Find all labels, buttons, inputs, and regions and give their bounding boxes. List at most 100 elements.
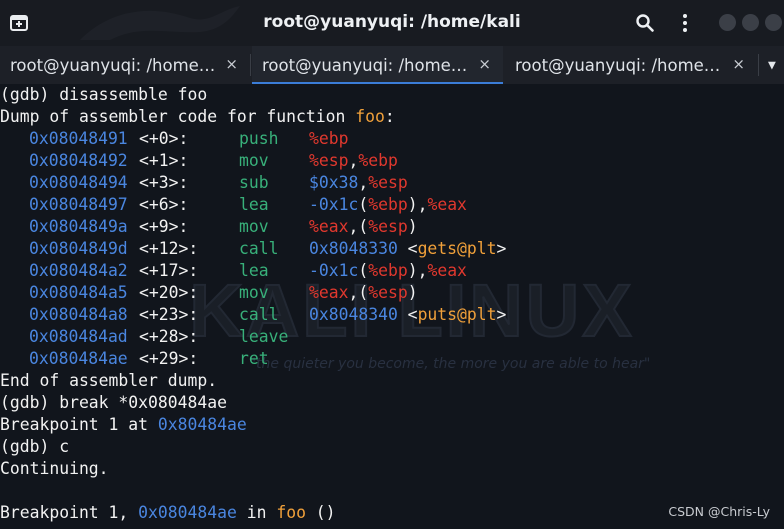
- asm-offset: <+0>:: [139, 129, 189, 148]
- asm-operand-token: (: [358, 261, 369, 280]
- asm-offset: <+23>:: [139, 305, 199, 324]
- asm-operand-token: ,(: [348, 217, 369, 236]
- tab-2-active[interactable]: root@yuanyuqi: /home… ×: [252, 46, 503, 85]
- asm-line: 0x080484ae <+29>: ret: [0, 348, 784, 370]
- asm-address: 0x080484a5: [29, 283, 128, 302]
- asm-operand-token: <: [397, 305, 418, 324]
- menu-kebab-icon[interactable]: [674, 12, 696, 34]
- asm-offset: <+17>:: [139, 261, 199, 280]
- asm-operand-token: ,: [358, 173, 369, 192]
- asm-operand-token: %ebp: [358, 151, 398, 170]
- asm-line: 0x080484a8 <+23>: call 0x8048340 <puts@plt>: [0, 304, 784, 326]
- asm-operand-token: 0x8048340: [309, 305, 398, 324]
- asm-opcode: mov: [239, 217, 269, 236]
- terminal-output[interactable]: KALI LINUX "the quieter you become, the …: [0, 84, 784, 529]
- tab-list-dropdown-icon[interactable]: ▼: [768, 58, 776, 73]
- breakpoint-hit-line: Breakpoint 1, 0x080484ae in foo (): [0, 502, 336, 524]
- tab-close-icon[interactable]: ×: [225, 55, 238, 73]
- asm-operand-token: %ebp: [368, 195, 408, 214]
- title-bar: root@yuanyuqi: /home/kali: [0, 0, 784, 46]
- asm-operand-token: %ebp: [309, 129, 349, 148]
- tab-bar: root@yuanyuqi: /home… × root@yuanyuqi: /…: [0, 46, 784, 85]
- asm-operand-token: %eax: [309, 283, 349, 302]
- asm-operand-token: gets@plt: [417, 239, 497, 258]
- asm-opcode: mov: [239, 283, 269, 302]
- asm-address: 0x08048491: [29, 129, 128, 148]
- gdb-command-disassemble: (gdb) disassemble foo: [0, 85, 208, 104]
- dump-header-text: Dump of assembler code for function: [0, 107, 356, 126]
- asm-operand-token: %esp: [368, 283, 408, 302]
- asm-offset: <+20>:: [139, 283, 199, 302]
- asm-offset: <+28>:: [139, 327, 199, 346]
- hit-in-text: in: [236, 503, 277, 522]
- asm-opcode: lea: [239, 195, 269, 214]
- asm-operands: %ebp: [309, 128, 348, 150]
- tab-3[interactable]: root@yuanyuqi: /home… ×: [505, 46, 757, 84]
- asm-offset: <+29>:: [139, 349, 199, 368]
- asm-opcode: ret: [239, 349, 269, 368]
- asm-operand-token: >: [496, 305, 507, 324]
- asm-operand-token: 0x8048330: [309, 239, 398, 258]
- asm-opcode: call: [239, 305, 279, 324]
- tab-close-icon[interactable]: ×: [732, 55, 745, 73]
- function-name: foo: [355, 107, 385, 126]
- asm-operand-token: %ebp: [368, 261, 408, 280]
- asm-line: 0x0804849a <+9>: mov %eax,(%esp): [0, 216, 784, 238]
- hit-address: 0x080484ae: [138, 503, 237, 522]
- tab-close-icon[interactable]: ×: [478, 55, 491, 73]
- asm-address: 0x080484a8: [29, 305, 128, 324]
- asm-operands: 0x8048330 <gets@plt>: [309, 238, 506, 260]
- asm-operand-token: ,: [348, 151, 359, 170]
- tab-divider: [250, 54, 251, 76]
- minimize-button[interactable]: [719, 14, 736, 31]
- asm-offset: <+12>:: [139, 239, 199, 258]
- asm-operand-token: %eax: [427, 195, 467, 214]
- dump-header-line: Dump of assembler code for function foo:: [0, 106, 395, 128]
- asm-operand-token: ,(: [348, 283, 369, 302]
- asm-address: 0x0804849a: [29, 217, 128, 236]
- close-button[interactable]: [765, 14, 782, 31]
- end-dump-line: End of assembler dump.: [0, 371, 218, 390]
- tab-label: root@yuanyuqi: /home…: [515, 56, 721, 75]
- asm-address: 0x0804849d: [29, 239, 128, 258]
- asm-address: 0x08048497: [29, 195, 128, 214]
- asm-opcode: mov: [239, 151, 269, 170]
- gdb-command-continue: (gdb) c: [0, 437, 70, 456]
- tab-label: root@yuanyuqi: /home…: [262, 56, 468, 75]
- dump-header-colon: :: [384, 107, 395, 126]
- asm-operand-token: puts@plt: [417, 305, 497, 324]
- asm-line: 0x08048497 <+6>: lea -0x1c(%ebp),%eax: [0, 194, 784, 216]
- asm-line: 0x080484ad <+28>: leave: [0, 326, 784, 348]
- breakpoint-hit-text: Breakpoint 1,: [0, 503, 139, 522]
- gdb-command-break: (gdb) break *0x080484ae: [0, 393, 227, 412]
- asm-operand-token: %eax: [309, 217, 349, 236]
- asm-operands: %eax,(%esp): [309, 216, 418, 238]
- maximize-button[interactable]: [742, 14, 759, 31]
- asm-operands: %esp,%ebp: [309, 150, 398, 172]
- asm-opcode: sub: [239, 173, 269, 192]
- asm-operand-token: ): [407, 217, 418, 236]
- breakpoint-address: 0x80484ae: [157, 415, 247, 434]
- asm-line: 0x08048492 <+1>: mov %esp,%ebp: [0, 150, 784, 172]
- asm-address: 0x08048494: [29, 173, 128, 192]
- asm-offset: <+1>:: [139, 151, 189, 170]
- asm-operands: -0x1c(%ebp),%eax: [309, 260, 467, 282]
- hit-suffix: (): [305, 503, 336, 522]
- asm-line: 0x0804849d <+12>: call 0x8048330 <gets@plt>: [0, 238, 784, 260]
- asm-line: 0x08048491 <+0>: push %ebp: [0, 128, 784, 150]
- asm-offset: <+6>:: [139, 195, 189, 214]
- asm-operands: -0x1c(%ebp),%eax: [309, 194, 467, 216]
- asm-address: 0x08048492: [29, 151, 128, 170]
- breakpoint-set-line: Breakpoint 1 at 0x80484ae: [0, 414, 247, 436]
- asm-opcode: push: [239, 129, 279, 148]
- window-title: root@yuanyuqi: /home/kali: [263, 12, 521, 32]
- hit-function: foo: [276, 503, 306, 522]
- breakpoint-set-text: Breakpoint 1 at: [0, 415, 158, 434]
- asm-operand-token: >: [496, 239, 507, 258]
- search-icon[interactable]: [634, 12, 656, 34]
- csdn-watermark: CSDN @Chris-Ly: [668, 504, 770, 519]
- asm-operand-token: (: [358, 195, 369, 214]
- tab-1[interactable]: root@yuanyuqi: /home… ×: [0, 46, 250, 84]
- asm-offset: <+3>:: [139, 173, 189, 192]
- asm-address: 0x080484ad: [29, 327, 128, 346]
